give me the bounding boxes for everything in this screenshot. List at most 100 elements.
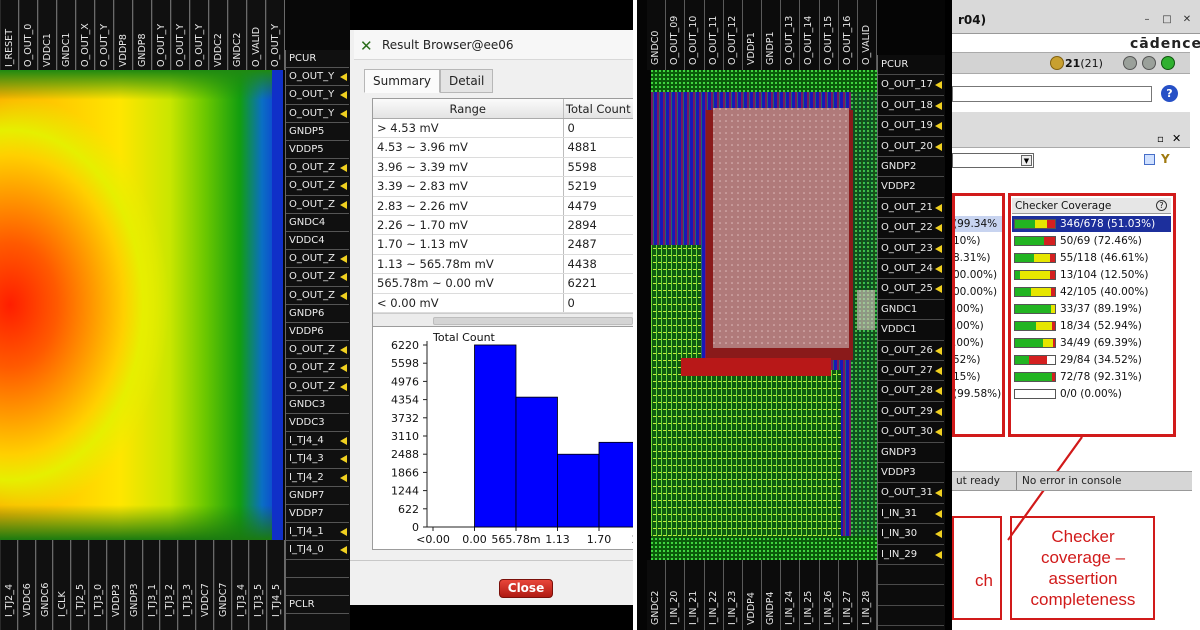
pin-arrow-icon (340, 255, 347, 264)
pad-label: O_OUT_Y (194, 23, 205, 67)
pad-label: GNDC1 (61, 32, 72, 67)
pin-arrow-icon (935, 346, 942, 355)
pad-label (878, 565, 944, 586)
pad-cell: O_VALID (247, 0, 266, 70)
table-row[interactable]: 2.26 ~ 1.70 mV 2894 (373, 215, 633, 236)
pad-label: GNDP4 (765, 591, 777, 625)
pad-label: I_TJ4_4 (286, 432, 349, 451)
histogram-bar (474, 344, 517, 528)
pad-label: GNDC7 (217, 582, 229, 617)
pad-label: O_OUT_0 (23, 23, 34, 67)
pad-label: GNDP8 (137, 33, 148, 67)
pad-cell: I_IN_21 (685, 560, 705, 630)
column-header-range[interactable]: Range (373, 99, 564, 118)
count-cell: 2894 (567, 217, 597, 232)
pad-cell: O_OUT_X (76, 0, 95, 70)
pad-label: O_OUT_Y (99, 23, 110, 67)
table-row[interactable]: 4.53 ~ 3.96 mV 4881 (373, 138, 633, 158)
pad-cell: I_TJ2_5 (71, 540, 90, 630)
pad-label: O_OUT_Y (286, 86, 349, 105)
pin-arrow-icon (935, 550, 942, 559)
pin-arrow-icon (340, 364, 347, 373)
pad-label: VDDP7 (286, 505, 349, 524)
pad-label: GNDP6 (286, 305, 349, 323)
count-cell: 0 (567, 121, 575, 135)
pad-label: GNDP3 (878, 443, 944, 463)
right-pad-ring: PCUR O_OUT_Y O_OUT_Y O_OUT_Y GNDP5 VDDP5 O_OUT… (285, 50, 350, 630)
pad-label: I_IN_25 (803, 590, 815, 625)
pad-cell: VDDC7 (195, 540, 214, 630)
pad-label: O_OUT_15 (822, 15, 834, 65)
pin-arrow-icon (340, 291, 347, 300)
y-tick-label: 1866 (391, 466, 419, 479)
pad-label: O_OUT_22 (878, 218, 944, 239)
pin-arrow-icon (935, 509, 942, 518)
table-row[interactable]: 565.78m ~ 0.00 mV 6221 (373, 274, 633, 294)
pad-label: VDDC2 (213, 33, 224, 67)
pad-cell: I_RESET (0, 0, 19, 70)
pad-label: GNDP3 (128, 583, 140, 617)
pin-arrow-icon (935, 265, 942, 273)
x-logo-icon: ✕ (360, 37, 373, 55)
pin-arrow-icon (340, 382, 347, 391)
table-row[interactable]: 1.70 ~ 1.13 mV 2487 (373, 235, 633, 255)
pad-label (286, 560, 349, 578)
pin-arrow-icon (340, 91, 347, 100)
tab-detail[interactable]: Detail (440, 69, 494, 93)
pad-label (286, 578, 349, 596)
horizontal-scrollbar[interactable] (373, 312, 633, 327)
pad-cell: VDDC2 (209, 0, 228, 70)
pad-label: O_OUT_17 (878, 75, 944, 96)
range-cell: 2.26 ~ 1.70 mV (373, 215, 564, 235)
pad-cell: O_OUT_Y (95, 0, 114, 70)
pad-label: O_OUT_Z (286, 250, 349, 269)
x-tick-label: 0.00 (462, 533, 487, 546)
pad-label: I_IN_30 (878, 524, 944, 545)
pad-label: I_TJ4_2 (286, 469, 349, 487)
pad-cell: I_IN_28 (857, 560, 878, 630)
pad-cell: O_OUT_10 (685, 0, 705, 70)
column-header-total-count[interactable]: Total Count (564, 99, 633, 118)
count-cell: 4438 (567, 256, 597, 271)
pad-label: I_IN_31 (878, 504, 944, 525)
table-row[interactable]: > 4.53 mV 0 (373, 119, 633, 139)
pad-label: O_OUT_11 (707, 15, 719, 65)
pad-label: VDDP5 (286, 141, 349, 160)
range-cell: 4.53 ~ 3.96 mV (373, 138, 564, 157)
table-row[interactable]: 2.83 ~ 2.26 mV 4479 (373, 196, 633, 216)
pad-cell: I_TJ3_5 (249, 540, 268, 630)
y-tick-label: 4976 (391, 375, 419, 388)
pad-cell: VDDP3 (106, 540, 125, 630)
pad-cell: VDDP4 (742, 560, 763, 630)
table-row[interactable]: < 0.00 mV 0 (373, 293, 633, 313)
pad-cell: O_OUT_14 (800, 0, 820, 70)
pin-arrow-icon (340, 164, 347, 173)
count-cell: 4881 (567, 140, 597, 155)
range-cell: 1.70 ~ 1.13 mV (373, 235, 564, 254)
pin-arrow-icon (935, 224, 942, 233)
pad-label: VDDP8 (118, 34, 129, 67)
pad-label: I_TJ3_5 (253, 584, 265, 617)
pad-label: O_OUT_26 (878, 341, 944, 361)
pad-label: GNDP5 (286, 123, 349, 141)
pad-cell: I_IN_20 (666, 560, 686, 630)
table-row[interactable]: 3.39 ~ 2.83 mV 5219 (373, 177, 633, 197)
close-button[interactable]: Close (499, 579, 553, 598)
pad-cell: O_OUT_0 (19, 0, 38, 70)
table-row[interactable]: 1.13 ~ 565.78m mV 4438 (373, 254, 633, 275)
pad-label: O_OUT_09 (669, 15, 681, 65)
range-cell: 3.96 ~ 3.39 mV (373, 157, 564, 177)
pin-arrow-icon (340, 200, 347, 209)
pad-label: I_IN_23 (726, 590, 738, 625)
pad-label: I_TJ3_1 (146, 584, 158, 617)
table-row[interactable]: 3.96 ~ 3.39 mV 5598 (373, 157, 633, 178)
scrollbar-thumb[interactable] (433, 316, 633, 325)
pad-label: I_TJ4_3 (286, 450, 349, 469)
pad-label: VDDC1 (42, 33, 53, 67)
window-title: Result Browser@ee06 (382, 38, 514, 52)
top-pad-ring: I_RESET O_OUT_0 VDDC1 GNDC1 O_OUT_X O_OUT_Y VD… (0, 0, 285, 70)
tab-summary[interactable]: Summary (364, 69, 440, 93)
pin-arrow-icon (340, 273, 347, 282)
pad-label: VDDP1 (745, 32, 757, 65)
y-tick-label: 3110 (391, 430, 419, 443)
